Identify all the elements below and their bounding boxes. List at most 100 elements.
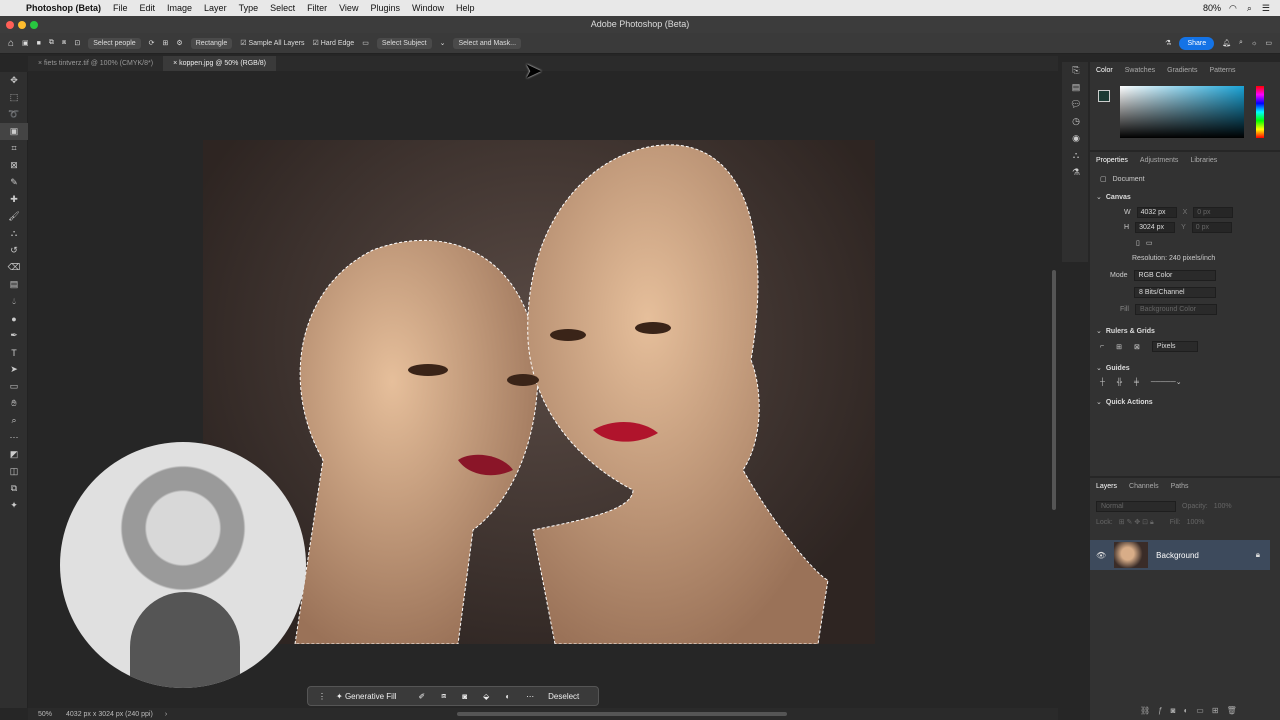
tool-preset-icon[interactable]: ▣ [22,39,29,47]
guide-icon[interactable]: ┼ [1100,379,1105,386]
history-brush-tool-icon[interactable]: ↺ [0,242,28,259]
new-selection-icon[interactable]: ■ [37,40,41,47]
tab-channels[interactable]: Channels [1129,483,1159,490]
select-subject-dropdown-icon[interactable]: ⌄ [440,39,446,47]
subtract-selection-icon[interactable]: ⧈ [62,39,66,47]
menu-layer[interactable]: Layer [204,3,227,13]
menu-edit[interactable]: Edit [140,3,156,13]
workspace-icon[interactable]: ▭ [1265,39,1272,47]
control-center-icon[interactable]: ☰ [1262,3,1270,14]
landscape-icon[interactable]: ▭ [1146,239,1153,247]
select-people-button[interactable]: Select people [88,37,141,49]
healing-brush-tool-icon[interactable]: ✚ [0,191,28,208]
hard-edge-checkbox[interactable]: ☑ Hard Edge [312,39,354,47]
tab-gradients[interactable]: Gradients [1167,67,1197,74]
mask-icon[interactable]: ◙ [462,692,467,701]
quick-mask-icon[interactable]: ◫ [0,463,28,480]
move-tool-icon[interactable]: ✥ [0,72,28,89]
learn-icon[interactable]: ⚗ [1165,39,1171,47]
add-selection-icon[interactable]: ⧉ [49,39,54,47]
invert-selection-icon[interactable]: ⧈ [441,691,446,701]
canvas-section-header[interactable]: ⌄ Canvas [1090,193,1280,201]
tab-patterns[interactable]: Patterns [1209,67,1235,74]
zoom-tool-icon[interactable]: ⌕ [0,412,28,429]
search-icon[interactable]: ⌕ [1239,39,1243,47]
add-guide-icon[interactable]: ╬ [1117,379,1122,386]
discover-icon[interactable]: ☼ [1251,40,1257,47]
clone-source-icon[interactable]: ⛬ [1062,147,1090,164]
document-info[interactable]: 4032 px x 3024 px (240 ppi) [66,711,153,718]
blend-mode-dropdown[interactable]: Normal [1096,501,1176,512]
opacity-value[interactable]: 100% [1214,503,1232,510]
close-button[interactable] [6,20,14,29]
more-tools-icon[interactable]: ⋯ [0,429,28,446]
intersect-selection-icon[interactable]: ⊡ [74,39,80,47]
sample-all-layers-checkbox[interactable]: ☑ Sample All Layers [240,39,304,47]
guide-line-dropdown[interactable]: ─────⌄ [1151,378,1182,386]
quick-actions-header[interactable]: ⌄ Quick Actions [1090,398,1280,406]
crop-tool-icon[interactable]: ⌗ [0,140,28,157]
units-dropdown[interactable]: Pixels [1151,341,1198,352]
refresh-icon[interactable]: ⟳ [149,39,155,47]
lasso-tool-icon[interactable]: ➰ [0,106,28,123]
modify-selection-icon[interactable]: ✐ [419,692,426,701]
home-icon[interactable]: ⌂ [8,38,14,49]
generative-fill-button[interactable]: ✦ Generative Fill [336,692,397,701]
frame-tool-icon[interactable]: ⊠ [0,157,28,174]
wifi-icon[interactable]: ◠ [1229,3,1237,14]
eraser-tool-icon[interactable]: ⌫ [0,259,28,276]
marquee-tool-icon[interactable]: ⬚ [0,89,28,106]
menu-window[interactable]: Window [412,3,444,13]
x-field[interactable]: 0 px [1193,207,1234,218]
blur-tool-icon[interactable]: 💧︎ [0,293,28,310]
tab-layers[interactable]: Layers [1096,483,1117,490]
tab-properties[interactable]: Properties [1096,157,1128,164]
drag-handle-icon[interactable]: ⋮ [318,692,326,701]
tab-fiets[interactable]: × fiets tintverz.tif @ 100% (CMYK/8*) [28,56,163,71]
generate-image-icon[interactable]: ✦ [0,497,28,514]
menu-image[interactable]: Image [167,3,192,13]
gradient-tool-icon[interactable]: ▤ [0,276,28,293]
select-and-mask-button[interactable]: Select and Mask... [453,37,522,49]
object-finder-icon[interactable]: ▭ [362,39,369,47]
color-swatches-icon[interactable]: ◩ [0,446,28,463]
guides-section-header[interactable]: ⌄ Guides [1090,364,1280,372]
width-field[interactable]: 4032 px [1136,207,1177,218]
app-menu[interactable]: Photoshop (Beta) [26,3,101,13]
portrait-icon[interactable]: ▯ [1136,239,1140,247]
lock-icons[interactable]: ⊞ ✎ ✥ ⊡ 🔒︎ [1119,518,1154,527]
fill-dropdown[interactable]: Background Color [1134,304,1217,315]
select-subject-button[interactable]: Select Subject [376,37,432,49]
type-tool-icon[interactable]: T [0,344,28,361]
tab-paths[interactable]: Paths [1171,483,1189,490]
menu-plugins[interactable]: Plugins [370,3,400,13]
foreground-color-swatch[interactable] [1098,90,1110,102]
search-icon[interactable]: ⌕ [1247,3,1252,14]
tab-koppen[interactable]: × koppen.jpg @ 50% (RGB/8) [163,56,276,71]
clock-icon[interactable]: ◷ [1062,113,1090,130]
menu-filter[interactable]: Filter [307,3,327,13]
tab-libraries[interactable]: Libraries [1190,157,1217,164]
menu-help[interactable]: Help [456,3,475,13]
guide-layout-icon[interactable]: ╪ [1134,379,1139,386]
ruler-icon[interactable]: ⌐ [1100,343,1104,350]
settings-gear-icon[interactable]: ⚙ [176,39,182,47]
eyedropper-tool-icon[interactable]: ✎ [0,174,28,191]
vertical-scrollbar[interactable] [1052,270,1056,510]
adjustment-icon[interactable]: ◐ [505,692,510,701]
height-field[interactable]: 3024 px [1135,222,1176,233]
tab-color[interactable]: Color [1096,67,1113,74]
layer-row-background[interactable]: 👁︎ Background 🔒︎ [1090,540,1270,570]
layer-comps-icon[interactable]: ▤ [1062,79,1090,96]
menu-select[interactable]: Select [270,3,295,13]
brush-tool-icon[interactable]: 🖌︎ [0,208,28,225]
rectangle-tool-icon[interactable]: ▭ [0,378,28,395]
hand-tool-icon[interactable]: ✋︎ [0,395,28,412]
y-field[interactable]: 0 px [1191,222,1232,233]
minimize-button[interactable] [18,20,26,29]
new-layer-icon[interactable]: ⊞ [1212,706,1227,715]
tab-adjustments[interactable]: Adjustments [1140,157,1179,164]
zoom-button[interactable] [30,20,38,29]
clone-stamp-tool-icon[interactable]: ⛬ [0,225,28,242]
screen-mode-icon[interactable]: ⧉ [0,480,28,497]
